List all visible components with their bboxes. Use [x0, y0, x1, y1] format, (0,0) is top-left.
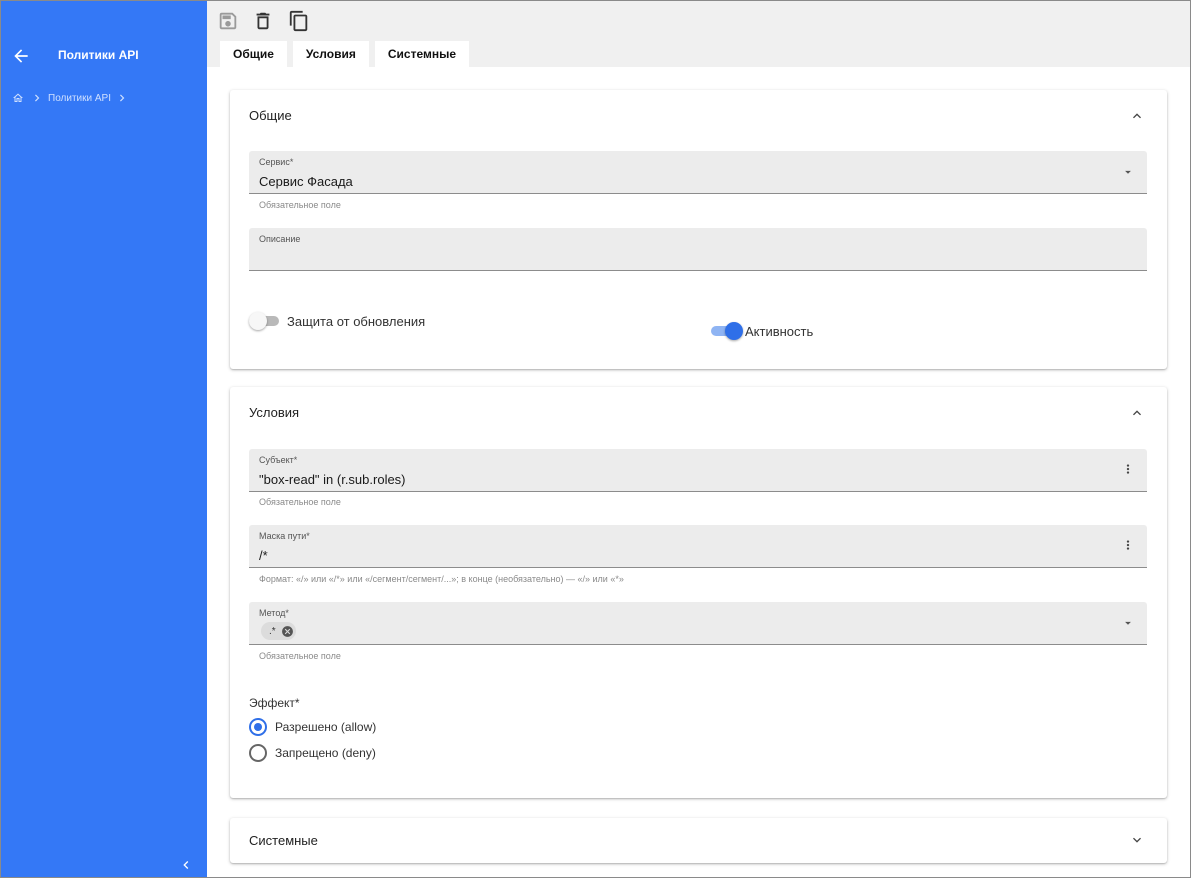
save-icon[interactable] — [217, 10, 239, 32]
sidebar-title: Политики API — [58, 48, 139, 62]
chevron-left-icon[interactable] — [178, 857, 194, 873]
service-label: Сервис* — [259, 157, 294, 167]
general-card-title: Общие — [249, 108, 292, 123]
subject-field[interactable]: Субъект* "box-read" in (r.sub.roles) — [249, 449, 1147, 492]
home-icon[interactable] — [12, 92, 24, 104]
subject-label: Субъект* — [259, 455, 298, 465]
breadcrumb-item[interactable]: Политики API — [48, 93, 111, 104]
dropdown-arrow-icon[interactable] — [1121, 165, 1135, 179]
more-vert-icon[interactable] — [1121, 538, 1135, 552]
sidebar: Политики API Политики API — [0, 0, 207, 878]
active-toggle[interactable] — [711, 322, 743, 340]
conditions-card: Условия Субъект* "box-read" in (r.sub.ro… — [230, 387, 1167, 798]
delete-icon[interactable] — [252, 10, 274, 32]
subject-hint: Обязательное поле — [259, 497, 341, 507]
radio-checked-icon — [249, 718, 267, 736]
path-mask-field[interactable]: Маска пути* /* — [249, 525, 1147, 568]
radio-unchecked-icon — [249, 744, 267, 762]
tab-bar: Общие Условия Системные — [220, 41, 470, 67]
tab-general[interactable]: Общие — [220, 41, 287, 67]
tab-conditions[interactable]: Условия — [292, 41, 369, 67]
service-select[interactable]: Сервис* Сервис Фасада — [249, 151, 1147, 194]
system-card-title: Системные — [249, 833, 318, 848]
method-select[interactable]: Метод* .* — [249, 602, 1147, 645]
conditions-card-title: Условия — [249, 405, 300, 420]
tab-system[interactable]: Системные — [374, 41, 470, 67]
system-card: Системные — [230, 818, 1167, 863]
chevron-right-icon — [119, 94, 125, 102]
method-hint: Обязательное поле — [259, 651, 341, 661]
effect-deny-label: Запрещено (deny) — [275, 746, 376, 760]
dropdown-arrow-icon[interactable] — [1121, 616, 1135, 630]
description-label: Описание — [259, 234, 301, 244]
method-chip: .* — [261, 622, 296, 640]
effect-label: Эффект* — [249, 696, 300, 710]
path-mask-value: /* — [259, 548, 268, 563]
content-panel: Общие Сервис* Сервис Фасада Обязательное… — [207, 67, 1191, 878]
active-label: Активность — [745, 324, 814, 339]
method-chip-label: .* — [269, 625, 276, 637]
path-mask-hint: Формат: «/» или «/*» или «/сегмент/сегме… — [259, 574, 624, 584]
chevron-right-icon — [35, 94, 40, 102]
path-mask-label: Маска пути* — [259, 531, 310, 541]
method-label: Метод* — [259, 608, 289, 618]
service-value: Сервис Фасада — [259, 174, 353, 189]
description-field[interactable]: Описание — [249, 228, 1147, 271]
sidebar-header: Политики API — [0, 38, 207, 74]
general-card: Общие Сервис* Сервис Фасада Обязательное… — [230, 90, 1167, 369]
effect-allow-label: Разрешено (allow) — [275, 720, 377, 734]
subject-value: "box-read" in (r.sub.roles) — [259, 472, 406, 487]
chevron-down-icon[interactable] — [1129, 832, 1145, 848]
chevron-up-icon[interactable] — [1129, 108, 1145, 124]
toolbar — [207, 0, 1191, 40]
update-protection-label: Защита от обновления — [287, 314, 426, 329]
effect-allow-radio[interactable]: Разрешено (allow) — [249, 718, 376, 736]
service-hint: Обязательное поле — [259, 200, 341, 210]
toggle-thumb — [725, 322, 743, 340]
breadcrumb: Политики API — [12, 91, 129, 105]
main-area: Общие Условия Системные Общие Сервис* Се… — [207, 0, 1191, 878]
cancel-icon[interactable] — [281, 625, 294, 638]
chevron-up-icon[interactable] — [1129, 405, 1145, 421]
effect-deny-radio[interactable]: Запрещено (deny) — [249, 744, 376, 762]
copy-icon[interactable] — [288, 10, 310, 32]
update-protection-toggle[interactable] — [249, 312, 281, 330]
toggle-thumb — [249, 312, 267, 330]
arrow-back-icon[interactable] — [11, 46, 31, 66]
more-vert-icon[interactable] — [1121, 462, 1135, 476]
